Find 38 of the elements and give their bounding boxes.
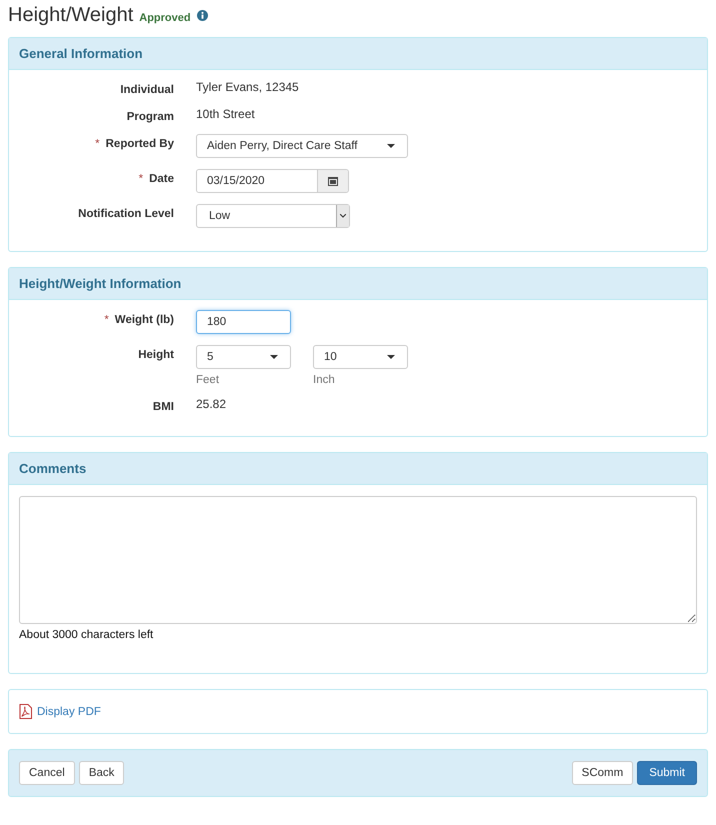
- field-label: Program: [126, 110, 174, 123]
- character-counter: About 3000 characters left: [19, 629, 154, 641]
- field-label: * Date: [138, 172, 174, 185]
- field-value: 10th Street: [196, 106, 255, 121]
- dropdown[interactable]: Low: [196, 204, 350, 228]
- calendar-icon: [328, 176, 338, 186]
- status-label: Approved: [139, 12, 191, 24]
- field-label: Individual: [119, 83, 174, 96]
- dropdown[interactable]: 10: [313, 345, 408, 369]
- field-value: Tyler Evans, 12345: [196, 79, 299, 94]
- chevron-icon: [340, 214, 346, 218]
- field-label: * Weight (lb): [103, 313, 174, 326]
- info-icon[interactable]: [196, 10, 208, 21]
- caret-icon: [270, 355, 278, 359]
- panel-heading: General Information: [9, 38, 707, 70]
- dropdown[interactable]: 5: [196, 345, 291, 369]
- field-value: 25.82: [196, 396, 226, 411]
- caret-icon: [387, 144, 395, 148]
- dropdown[interactable]: Aiden Perry, Direct Care Staff: [196, 134, 408, 158]
- field-label: Height: [137, 348, 174, 361]
- display-pdf-link[interactable]: Display PDF: [37, 706, 101, 718]
- action-button[interactable]: Back: [78, 761, 124, 785]
- caret-icon: [387, 355, 395, 359]
- input-field[interactable]: 180: [196, 310, 291, 334]
- panel-heading: Height/Weight Information: [9, 268, 707, 300]
- field-label: Notification Level: [77, 207, 174, 220]
- action-button[interactable]: Submit: [637, 761, 697, 785]
- comments-field[interactable]: [19, 496, 697, 624]
- field-caption: Inch: [313, 374, 336, 386]
- date-field[interactable]: 03/15/2020: [196, 169, 349, 193]
- action-button[interactable]: SComm: [572, 761, 634, 785]
- field-label: * Reported By: [94, 137, 174, 150]
- field-label: BMI: [152, 400, 174, 413]
- action-button[interactable]: Cancel: [19, 761, 75, 785]
- panel-heading: Comments: [9, 453, 707, 485]
- field-caption: Feet: [196, 374, 220, 386]
- page-title: Height/Weight: [8, 4, 134, 27]
- pdf-file-icon: [19, 704, 32, 719]
